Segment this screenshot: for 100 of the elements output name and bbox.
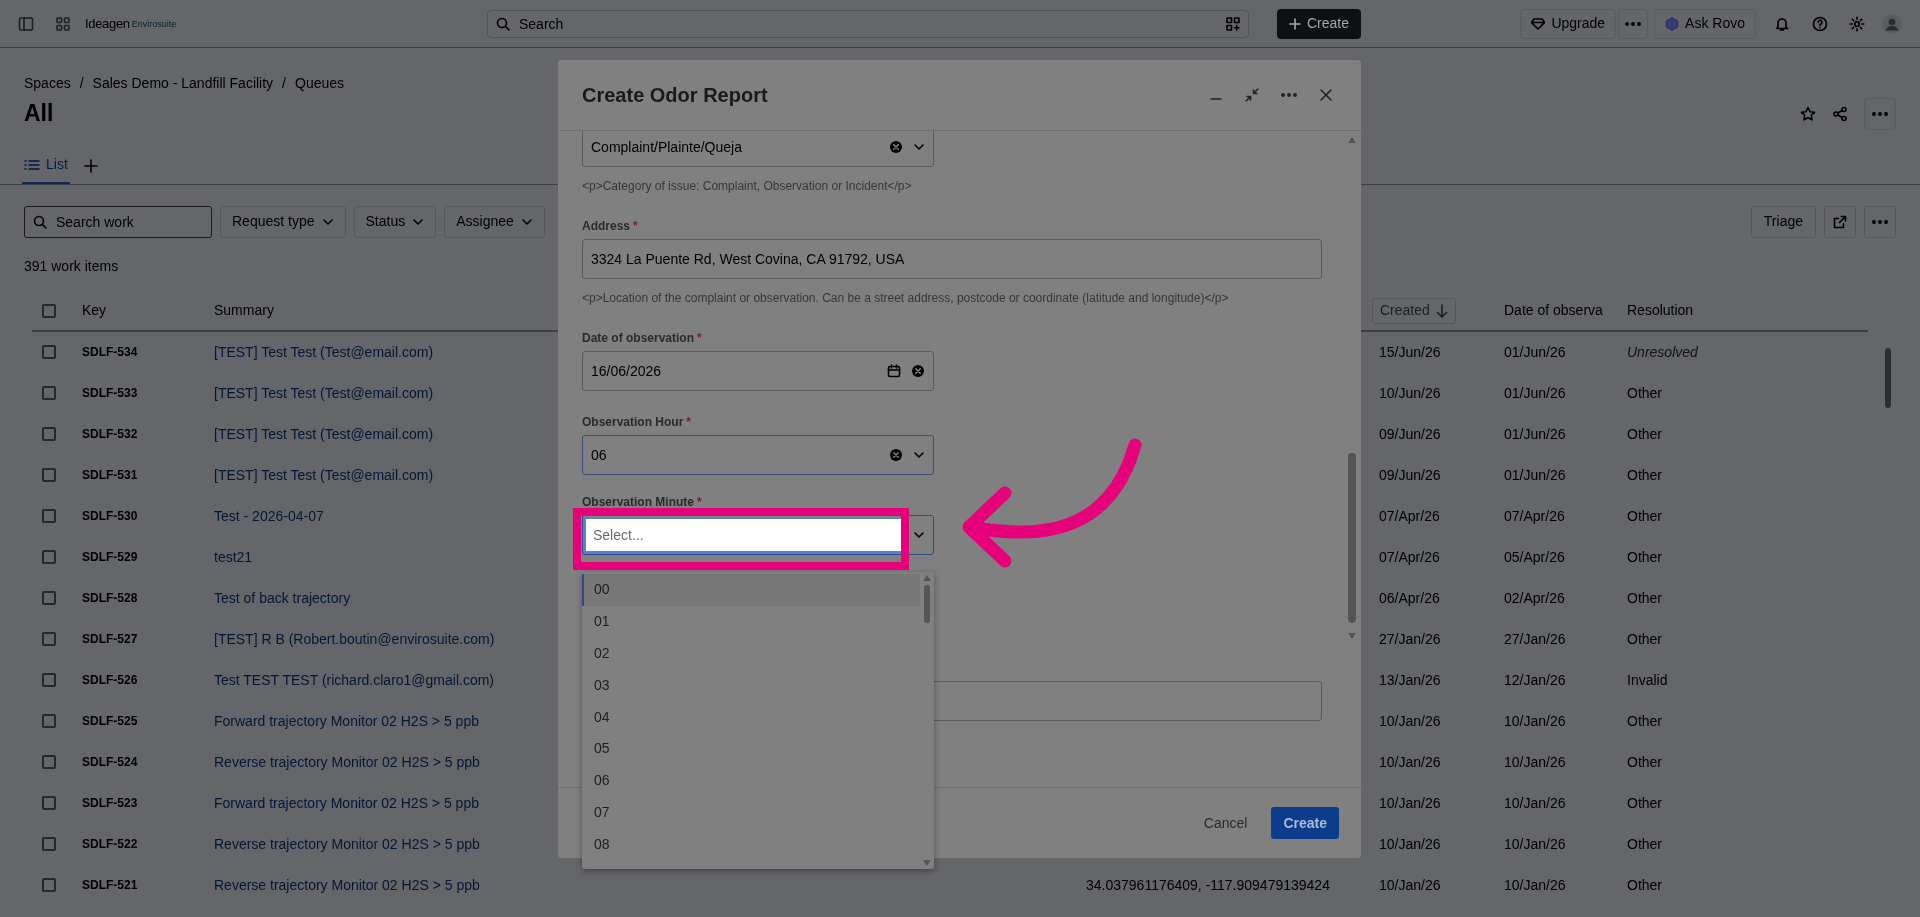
field-label: Date of observation [582,330,695,345]
dropdown-option[interactable]: 00 [582,574,920,606]
star-icon[interactable] [1800,105,1816,122]
issue-summary-link[interactable]: [TEST] R B (Robert.boutin@envirosuite.com) [214,630,495,647]
dropdown-option[interactable]: 01 [582,605,920,638]
more-icon[interactable] [1281,93,1297,97]
checkbox[interactable] [42,878,56,892]
more-button[interactable] [1864,205,1896,238]
upgrade-button[interactable]: Upgrade [1520,8,1617,39]
issue-summary-link[interactable]: Test TEST TEST (richard.claro1@gmail.com) [214,671,495,688]
issue-key: SDLF-526 [82,671,214,689]
issue-summary-link[interactable]: [TEST] Test Test (Test@email.com) [214,384,434,401]
checkbox[interactable] [42,755,56,769]
logo[interactable]: Ideagen Envirosuite [85,13,415,34]
search-field[interactable]: Search [487,9,1249,38]
open-external-button[interactable] [1824,205,1856,238]
dropdown-option[interactable]: 07 [582,796,920,829]
share-icon[interactable] [1832,105,1848,122]
clear-icon[interactable] [889,140,903,154]
more-button[interactable] [1618,8,1649,39]
checkbox[interactable] [42,591,56,605]
checkbox[interactable] [42,427,56,441]
more-button[interactable] [1864,97,1896,130]
checkbox[interactable] [42,550,56,564]
issue-summary-link[interactable]: Reverse trajectory Monitor 02 H2S > 5 ppb [214,753,480,770]
scrollbar[interactable] [1885,347,1891,408]
breadcrumb-link[interactable]: Sales Demo - Landfill Facility [92,73,274,94]
help-icon[interactable] [1812,15,1828,32]
issue-summary-link[interactable]: [TEST] Test Test (Test@email.com) [214,425,434,442]
text-input[interactable]: Select... [584,517,904,553]
breadcrumb-link[interactable]: Queues [295,73,345,94]
filter-dropdown[interactable]: Assignee [444,205,545,238]
calendar-icon[interactable] [887,364,901,378]
scroll-down-icon[interactable] [923,860,931,866]
issue-summary-link[interactable]: Forward trajectory Monitor 02 H2S > 5 ppb [214,794,479,811]
scroll-down-icon[interactable] [1348,633,1356,639]
create-button[interactable]: Create [1271,807,1339,839]
dropdown-option[interactable]: 08 [582,828,920,861]
column-header[interactable]: Key [82,300,107,321]
dropdown-option[interactable]: 03 [582,669,920,702]
list-view-tab[interactable]: List [22,147,70,184]
dropdown-option[interactable]: 06 [582,764,920,797]
input-field[interactable]: 16/06/2026 [582,351,934,391]
create-button[interactable]: Create [1277,8,1362,39]
search-work-field[interactable]: Search work [24,205,212,238]
table-cell-text: 01/Jun/26 [1504,383,1567,403]
issue-summary-link[interactable]: Reverse trajectory Monitor 02 H2S > 5 ppb [214,876,480,893]
checkbox[interactable] [42,714,56,728]
scroll-up-icon[interactable] [1348,137,1356,143]
chevron-down-icon[interactable] [913,529,925,541]
settings-icon[interactable] [1849,15,1865,32]
dropdown-option[interactable]: 05 [582,733,920,765]
issue-summary-link[interactable]: [TEST] Test Test (Test@email.com) [214,343,434,360]
avatar-icon[interactable] [1882,13,1902,34]
issue-summary-link[interactable]: [TEST] Test Test (Test@email.com) [214,466,434,483]
scrollbar-thumb[interactable] [924,585,930,623]
plus-icon [1289,17,1301,30]
close-icon[interactable] [1319,88,1333,102]
scrollbar-thumb[interactable] [1348,453,1356,623]
checkbox[interactable] [42,837,56,851]
column-header[interactable]: Summary [214,300,274,321]
cancel-button[interactable]: Cancel [1191,807,1260,839]
help-text: <p>Location of the complaint or observation. Can be a street address, postcode or coordinate (latitude and longitude)</p> [582,290,1230,307]
column-header[interactable]: Date of observa [1504,300,1603,321]
filter-dropdown[interactable]: Request type [220,205,346,238]
sidebar-toggle-icon[interactable] [18,15,34,32]
issue-summary-link[interactable]: Reverse trajectory Monitor 02 H2S > 5 ppb [214,835,480,852]
clear-icon[interactable] [889,448,903,462]
input-field[interactable]: 06 [582,435,934,475]
checkbox[interactable] [42,673,56,687]
issue-summary-link[interactable]: Forward trajectory Monitor 02 H2S > 5 ppb [214,712,479,729]
combobox-field[interactable]: Select... [582,515,934,555]
collapse-icon[interactable] [1245,88,1259,102]
dropdown-option[interactable]: 04 [582,701,920,733]
checkbox[interactable] [42,509,56,523]
column-header[interactable]: Created [1372,297,1456,324]
checkbox[interactable] [42,632,56,646]
scroll-up-icon[interactable] [923,575,931,581]
breadcrumb-link[interactable]: Spaces [24,73,71,94]
issue-summary-link[interactable]: Test of back trajectory [214,589,351,606]
checkbox[interactable] [42,468,56,482]
filter-dropdown[interactable]: Status [353,205,437,238]
column-header[interactable]: Resolution [1627,300,1694,321]
checkbox[interactable] [42,386,56,400]
checkbox[interactable] [42,303,56,318]
checkbox[interactable] [42,345,56,359]
input-field[interactable]: 3324 La Puente Rd, West Covina, CA 91792, USA [582,239,1322,279]
dropdown-option[interactable]: 02 [582,637,920,670]
bell-icon[interactable] [1774,15,1790,32]
issue-summary-link[interactable]: Test - 2026-04-07 [214,507,324,524]
triage-button[interactable]: Triage [1750,205,1816,238]
input-field[interactable]: Complaint/Plainte/Queja [582,131,934,167]
issue-summary-link[interactable]: test21 [214,548,253,565]
table-cell-text: Other [1627,793,1663,813]
clear-icon[interactable] [911,364,925,378]
checkbox[interactable] [42,796,56,810]
help-text: <p>Category of issue: Complaint, Observation or Incident</p> [582,178,913,195]
ask-rovo-button[interactable]: Ask Rovo [1654,8,1756,39]
apps-grid-icon[interactable] [55,15,71,32]
add-tab-icon[interactable] [83,158,98,173]
